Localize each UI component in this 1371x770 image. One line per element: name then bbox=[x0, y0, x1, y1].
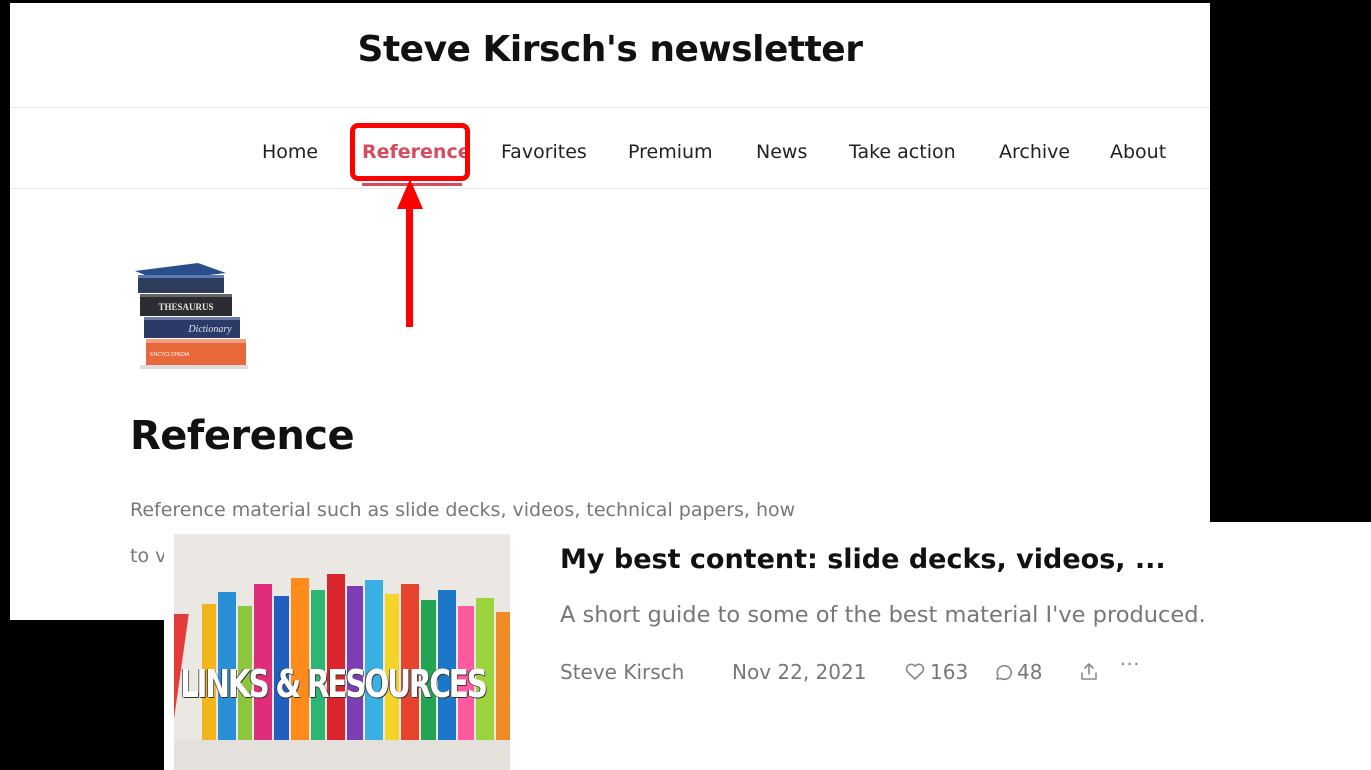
section-heading: Reference bbox=[130, 413, 355, 459]
section-description-continued: to v bbox=[130, 545, 167, 567]
post-date: Nov 22, 2021 bbox=[732, 660, 867, 684]
likes-count: 163 bbox=[930, 660, 969, 684]
book-spine-dictionary: Dictionary bbox=[187, 324, 232, 335]
annotation-arrow-shaft bbox=[406, 205, 413, 327]
annotation-highlight-box bbox=[350, 123, 470, 181]
nav-archive[interactable]: Archive bbox=[999, 141, 1070, 163]
books-stack-icon: THESAURUS Dictionary ENCYCLOPEDIA bbox=[135, 263, 248, 369]
nav-favorites[interactable]: Favorites bbox=[501, 141, 587, 163]
thumbnail-caption: LINKS & RESOURCES bbox=[180, 662, 488, 706]
section-description: Reference material such as slide decks, … bbox=[130, 499, 796, 521]
post-title[interactable]: My best content: slide decks, videos, ..… bbox=[560, 544, 1166, 575]
post-subtitle: A short guide to some of the best materi… bbox=[560, 602, 1206, 628]
newsletter-title[interactable]: Steve Kirsch's newsletter bbox=[10, 29, 1210, 70]
comment-icon[interactable] bbox=[993, 663, 1013, 683]
main-nav: Home Reference Favorites Premium News Ta… bbox=[10, 141, 1210, 165]
nav-take-action[interactable]: Take action bbox=[849, 141, 956, 163]
nav-home[interactable]: Home bbox=[262, 141, 318, 163]
post-preview-card[interactable]: LINKS & RESOURCES My best content: slide… bbox=[164, 522, 1371, 770]
nav-news[interactable]: News bbox=[756, 141, 807, 163]
post-author[interactable]: Steve Kirsch bbox=[560, 660, 684, 684]
share-icon[interactable] bbox=[1079, 661, 1099, 683]
book-spine-encyclopedia: ENCYCLOPEDIA bbox=[150, 352, 190, 358]
heart-icon[interactable] bbox=[905, 663, 925, 681]
post-thumbnail[interactable]: LINKS & RESOURCES bbox=[174, 534, 510, 770]
more-icon[interactable]: ··· bbox=[1120, 654, 1140, 675]
nav-divider bbox=[10, 188, 1210, 189]
book-spine-thesaurus: THESAURUS bbox=[158, 302, 213, 312]
comments-count: 48 bbox=[1017, 660, 1043, 684]
header-divider bbox=[10, 107, 1210, 108]
nav-premium[interactable]: Premium bbox=[628, 141, 713, 163]
black-backdrop bbox=[1210, 0, 1371, 522]
colorful-books-image bbox=[174, 534, 510, 770]
nav-about[interactable]: About bbox=[1110, 141, 1166, 163]
